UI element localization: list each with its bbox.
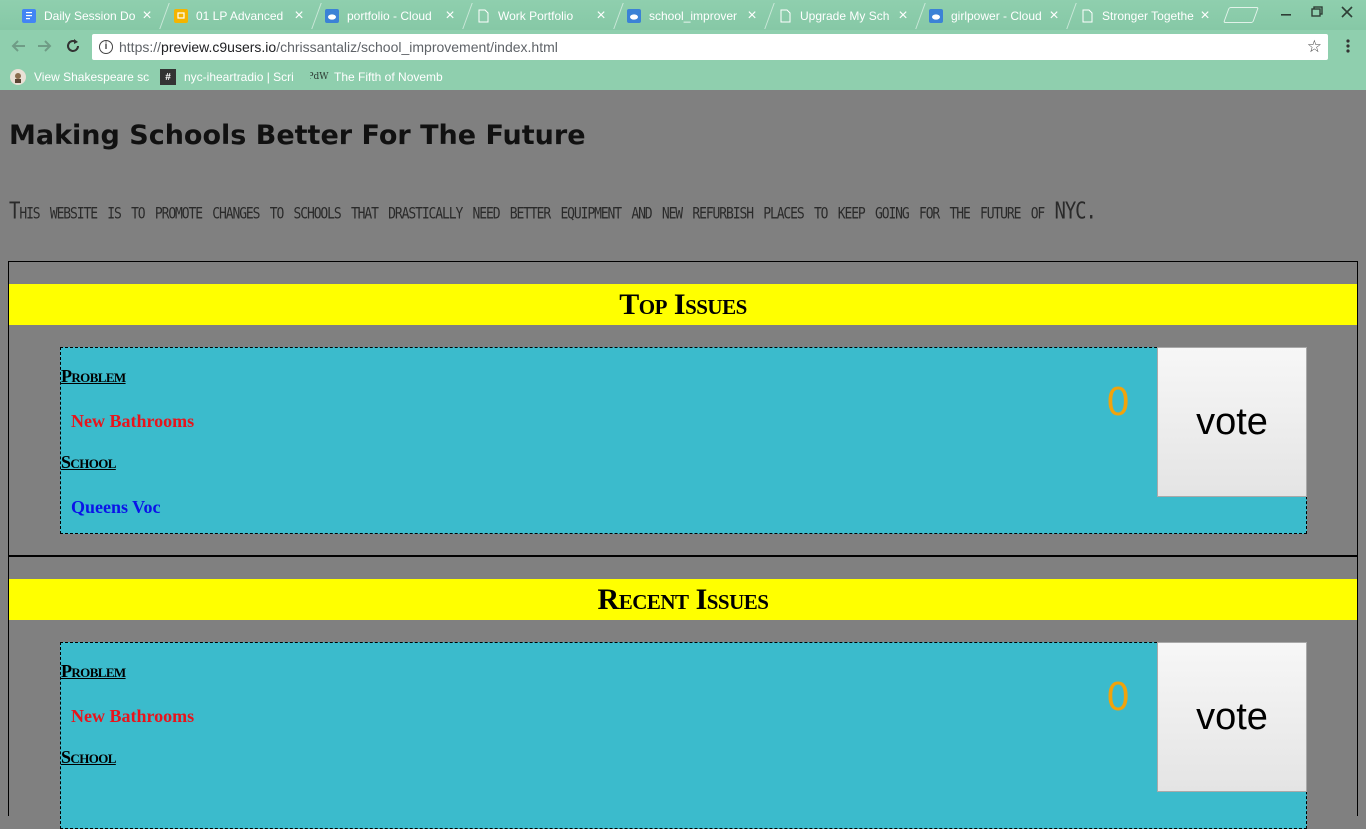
- close-window-icon[interactable]: [1337, 5, 1357, 23]
- url-path: /chrissantaliz/school_improvement/index.…: [276, 39, 558, 55]
- tab-strip: Daily Session Do × 01 LP Advanced × port…: [0, 0, 1366, 30]
- problem-label: Problem: [61, 366, 126, 386]
- page-description: This website is to promote changes to sc…: [9, 198, 1097, 225]
- tab-title: portfolio - Cloud: [347, 8, 432, 23]
- page-title: Making Schools Better For The Future: [9, 120, 586, 151]
- tab-portfolio-cloud9[interactable]: portfolio - Cloud ×: [303, 1, 469, 30]
- restore-icon[interactable]: [1307, 5, 1327, 23]
- issue-card: Problem New Bathrooms School Queens Voc …: [60, 347, 1307, 534]
- tab-daily-session[interactable]: Daily Session Do ×: [0, 1, 166, 30]
- google-slides-icon: [174, 8, 188, 23]
- vote-count: 0: [1106, 675, 1131, 719]
- problem-value: New Bathrooms: [71, 706, 195, 726]
- reload-icon[interactable]: [63, 38, 83, 58]
- bookmark-star-icon[interactable]: ☆: [1307, 37, 1322, 57]
- shakespeare-icon: [10, 69, 26, 85]
- section-heading: Top Issues: [9, 284, 1357, 325]
- bookmark-title: The Fifth of Novemb: [334, 70, 443, 84]
- minimize-icon[interactable]: [1276, 5, 1296, 23]
- tab-title: girlpower - Cloud: [951, 8, 1042, 23]
- bookmarks-bar: View Shakespeare sc # nyc-iheartradio | …: [0, 64, 1366, 90]
- section-heading: Recent Issues: [9, 579, 1357, 620]
- back-arrow-icon[interactable]: [8, 38, 28, 58]
- page-content: Making Schools Better For The Future Thi…: [0, 90, 1366, 829]
- address-bar[interactable]: i https://preview.c9users.io/chrissantal…: [92, 34, 1328, 60]
- cloud9-icon: [325, 8, 339, 23]
- page-icon: [1080, 9, 1094, 23]
- menu-icon[interactable]: [1340, 38, 1356, 58]
- tab-title: Stronger Togethe: [1102, 8, 1194, 23]
- bookmark-iheartradio[interactable]: # nyc-iheartradio | Scri: [160, 68, 296, 86]
- top-issues-section: Top Issues Problem New Bathrooms School …: [8, 261, 1358, 556]
- url-scheme: https://: [119, 39, 162, 55]
- hash-icon: #: [160, 69, 176, 85]
- cloud9-icon: [627, 8, 641, 23]
- tab-title: Daily Session Do: [44, 8, 136, 23]
- issue-card: Problem New Bathrooms School 0 vote: [60, 642, 1307, 829]
- tab-lp-advanced[interactable]: 01 LP Advanced ×: [152, 1, 318, 30]
- recent-issues-section: Recent Issues Problem New Bathrooms Scho…: [8, 556, 1358, 829]
- forward-arrow-icon[interactable]: [35, 38, 55, 58]
- vote-count: 0: [1106, 380, 1131, 424]
- tab-work-portfolio[interactable]: Work Portfolio ×: [454, 1, 620, 30]
- tab-stronger-together[interactable]: Stronger Togethe ×: [1058, 1, 1224, 30]
- school-label: School: [61, 452, 116, 472]
- page-icon: [476, 9, 490, 23]
- school-label: School: [61, 747, 116, 767]
- vote-button[interactable]: vote: [1157, 642, 1307, 792]
- tab-school-improvement[interactable]: school_improver ×: [605, 1, 771, 30]
- problem-label: Problem: [61, 661, 126, 681]
- vote-button[interactable]: vote: [1157, 347, 1307, 497]
- tab-title: Work Portfolio: [498, 8, 574, 23]
- tab-title: 01 LP Advanced: [196, 8, 284, 23]
- cloud9-icon: [929, 8, 943, 23]
- close-icon[interactable]: ×: [1196, 7, 1214, 25]
- new-tab-button[interactable]: [1223, 7, 1259, 23]
- url-host: preview.c9users.io: [161, 39, 277, 55]
- tab-title: Upgrade My Sch: [800, 8, 890, 23]
- bookmark-title: nyc-iheartradio | Scri: [184, 70, 294, 84]
- bookmark-fifth-of-november[interactable]: PdW The Fifth of Novemb: [310, 68, 446, 86]
- problem-value: New Bathrooms: [71, 411, 195, 431]
- tab-girlpower-cloud9[interactable]: girlpower - Cloud ×: [907, 1, 1073, 30]
- google-docs-icon: [22, 8, 36, 23]
- tab-upgrade-my-school[interactable]: Upgrade My Sch ×: [756, 1, 922, 30]
- school-value: Queens Voc: [71, 497, 161, 517]
- page-icon: [778, 9, 792, 23]
- bookmark-shakespeare[interactable]: View Shakespeare sc: [10, 68, 150, 86]
- pdw-icon: PdW: [310, 72, 329, 82]
- info-icon[interactable]: i: [99, 40, 113, 54]
- tab-title: school_improver: [649, 8, 738, 23]
- bookmark-title: View Shakespeare sc: [34, 70, 150, 84]
